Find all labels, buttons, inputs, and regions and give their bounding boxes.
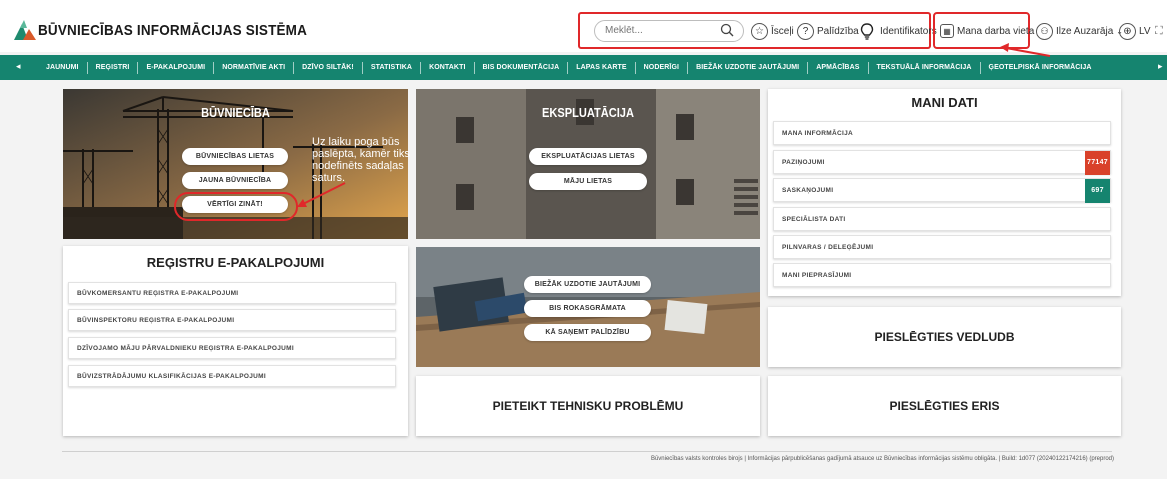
- mani-dati-item-label: SASKAŅOJUMI: [782, 187, 834, 194]
- mani-dati-item[interactable]: SPECIĀLISTA DATI: [773, 207, 1111, 231]
- mani-dati-item[interactable]: MANI PIEPRASĪJUMI: [773, 263, 1111, 287]
- ekspluatacijas-lietas-button[interactable]: EKSPLUATĀCIJAS LIETAS: [529, 148, 647, 165]
- registru-item[interactable]: BŪVINSPEKTORU REĢISTRA E-PAKALPOJUMI: [68, 309, 396, 331]
- bis-logo-icon[interactable]: [14, 20, 36, 40]
- mani-dati-item-label: MANA INFORMĀCIJA: [782, 130, 853, 137]
- annotation-text: Uz laiku poga būs paslēpta, kamēr tiks n…: [312, 136, 410, 184]
- tech-problem-label: PIETEIKT TEHNISKU PROBLĒMU: [492, 399, 684, 413]
- ekspluatacija-title: EKSPLUATĀCIJA: [542, 105, 634, 120]
- registru-card: REĢISTRU E-PAKALPOJUMI BŪVKOMERSANTU REĢ…: [63, 246, 408, 436]
- workplace-link[interactable]: ▦ Mana darba vieta: [940, 21, 1034, 41]
- registru-item[interactable]: BŪVKOMERSANTU REĢISTRA E-PAKALPOJUMI: [68, 282, 396, 304]
- get-help-button[interactable]: KĀ SAŅEMT PALĪDZĪBU: [524, 324, 651, 341]
- question-icon: ?: [797, 22, 814, 40]
- workplace-label: Mana darba vieta: [957, 25, 1035, 37]
- help-link[interactable]: ? Palīdzība: [797, 21, 859, 41]
- help-label: Palīdzība: [817, 25, 859, 37]
- registru-item[interactable]: BŪVIZSTRĀDĀJUMU KLASIFIKĀCIJAS E-PAKALPO…: [68, 365, 396, 387]
- fullscreen-icon[interactable]: ⛶: [1155, 21, 1163, 41]
- main-nav: ◂ JAUNUMI REĢISTRI E-PAKALPOJUMI NORMATĪVIE…: [0, 55, 1167, 80]
- brand-title[interactable]: BŪVNIECĪBAS INFORMĀCIJAS SISTĒMA: [38, 22, 307, 39]
- nav-item[interactable]: E-PAKALPOJUMI: [138, 61, 215, 74]
- nav-item[interactable]: ĢEOTELPISKĀ INFORMĀCIJA: [981, 62, 1100, 74]
- language-switch[interactable]: ⊕ LV: [1119, 21, 1151, 41]
- mani-dati-item-label: MANI PIEPRASĪJUMI: [782, 272, 852, 279]
- shortcuts-label: Īsceļi: [771, 25, 794, 37]
- identifiers-link[interactable]: Identifikators: [860, 21, 937, 41]
- search-input[interactable]: [605, 25, 715, 36]
- mani-dati-item[interactable]: SASKAŅOJUMI 697: [773, 178, 1111, 203]
- shortcuts-link[interactable]: ☆ Īsceļi: [751, 21, 794, 41]
- page: pā BŪVNIECĪBAS INFORMĀCIJAS SISTĒMA ☆ Īs…: [0, 0, 1167, 479]
- eris-tile[interactable]: PIESLĒGTIES ERIS: [768, 376, 1121, 436]
- nav-scroll-left-icon[interactable]: ◂: [16, 61, 21, 72]
- nav-item[interactable]: BIS DOKUMENTĀCIJA: [475, 61, 569, 74]
- eris-label: PIESLĒGTIES ERIS: [889, 399, 1000, 413]
- tech-problem-tile[interactable]: PIETEIKT TEHNISKU PROBLĒMU: [416, 376, 760, 436]
- footer-text: Būvniecības valsts kontroles birojs | In…: [650, 456, 1114, 462]
- nav-item[interactable]: DZĪVO SILTĀK!: [294, 61, 363, 74]
- buvnieciba-title: BŪVNIECĪBA: [201, 105, 270, 120]
- buvniecibas-lietas-button[interactable]: BŪVNIECĪBAS LIETAS: [182, 148, 288, 165]
- mani-dati-item-label: PILNVARAS / DELEĢĒJUMI: [782, 244, 874, 251]
- mani-dati-item-label: PAZIŅOJUMI: [782, 159, 825, 166]
- mani-dati-card: MANI DATI MANA INFORMĀCIJA PAZIŅOJUMI 7714…: [768, 89, 1121, 296]
- nav-item[interactable]: LAPAS KARTE: [568, 61, 636, 74]
- nav-item[interactable]: STATISTIKA: [363, 61, 422, 74]
- nav-items: JAUNUMI REĢISTRI E-PAKALPOJUMI NORMATĪVIE A…: [38, 55, 1100, 80]
- globe-icon: ⊕: [1119, 22, 1136, 40]
- user-label: Ilze Auzarāja: [1056, 25, 1114, 37]
- nav-item[interactable]: NORMATĪVIE AKTI: [214, 61, 295, 74]
- vedludb-tile[interactable]: PIESLĒGTIES VEDLUDB: [768, 307, 1121, 367]
- registru-title: REĢISTRU E-PAKALPOJUMI: [146, 255, 325, 270]
- mani-dati-item-label: SPECIĀLISTA DATI: [782, 216, 846, 223]
- vedludb-label: PIESLĒGTIES VEDLUDB: [874, 330, 1015, 344]
- header: BŪVNIECĪBAS INFORMĀCIJAS SISTĒMA ☆ Īsceļ…: [0, 0, 1167, 52]
- mani-dati-item[interactable]: PILNVARAS / DELEĢĒJUMI: [773, 235, 1111, 259]
- star-icon: ☆: [751, 22, 768, 40]
- nav-item[interactable]: NODERĪGI: [636, 61, 689, 74]
- lightbulb-icon: [860, 22, 874, 40]
- nav-item[interactable]: KONTAKTI: [421, 61, 475, 74]
- nav-scroll-right-icon[interactable]: ▸: [1158, 61, 1163, 72]
- maju-lietas-button[interactable]: MĀJU LIETAS: [529, 173, 647, 190]
- footer-divider: [62, 451, 1112, 452]
- nav-item[interactable]: TEKSTUĀLĀ INFORMĀCIJA: [869, 61, 981, 74]
- nav-item[interactable]: BIEŽĀK UZDOTIE JAUTĀJUMI: [688, 61, 809, 74]
- mani-dati-item[interactable]: MANA INFORMĀCIJA: [773, 121, 1111, 145]
- count-badge: 697: [1085, 179, 1110, 203]
- registru-item[interactable]: DZĪVOJAMO MĀJU PĀRVALDNIEKU REĢISTRA E-P…: [68, 337, 396, 359]
- nav-item[interactable]: APMĀCĪBAS: [808, 61, 869, 74]
- nav-item[interactable]: JAUNUMI: [38, 61, 88, 74]
- ekspluatacija-card: EKSPLUATĀCIJA EKSPLUATĀCIJAS LIETAS MĀJU…: [416, 89, 760, 239]
- user-menu[interactable]: ⚇ Ilze Auzarāja ⌄: [1036, 21, 1123, 41]
- manual-button[interactable]: BIS ROKASGRĀMATA: [524, 300, 651, 317]
- identifiers-label: Identifikators: [880, 25, 937, 37]
- highlight-oval-vertigi: [174, 192, 298, 221]
- mani-dati-title: MANI DATI: [911, 95, 978, 110]
- grid-icon: ▦: [940, 24, 954, 38]
- count-badge: 77147: [1085, 151, 1110, 175]
- nav-item[interactable]: REĢISTRI: [88, 61, 139, 74]
- mani-dati-item[interactable]: PAZIŅOJUMI 77147: [773, 150, 1111, 175]
- search-icon[interactable]: [720, 23, 734, 37]
- faq-button[interactable]: BIEŽĀK UZDOTIE JAUTĀJUMI: [524, 276, 651, 293]
- lang-label: LV: [1139, 25, 1151, 37]
- user-icon: ⚇: [1036, 22, 1053, 40]
- jauna-buvnieciba-button[interactable]: JAUNA BŪVNIECĪBA: [182, 172, 288, 189]
- help-card: BIEŽĀK UZDOTIE JAUTĀJUMI BIS ROKASGRĀMAT…: [416, 247, 760, 367]
